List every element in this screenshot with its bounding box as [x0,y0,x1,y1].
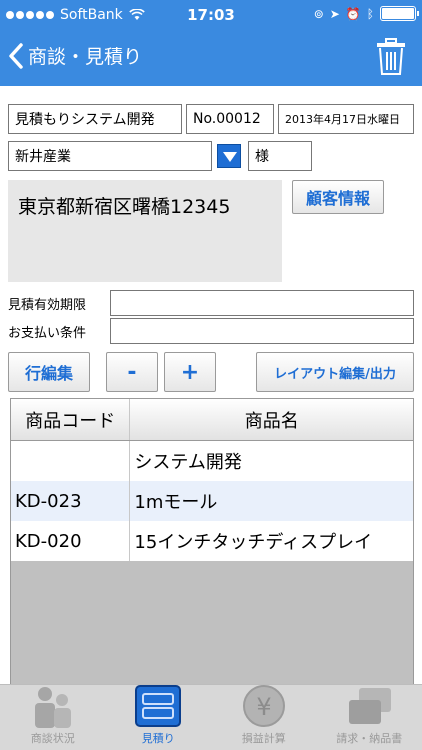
invoice-icon [345,684,393,728]
tab-negotiation-status[interactable]: 商談状況 [0,685,106,750]
people-icon [29,684,77,728]
estimate-number-field[interactable]: No.00012 [186,104,274,134]
tab-label: 請求・納品書 [336,732,403,745]
tab-label: 見積り [141,732,175,745]
table-header: 商品コード 商品名 [11,399,413,441]
remove-row-button[interactable]: - [106,352,158,392]
bluetooth-icon: ᛒ [366,6,374,21]
address-area[interactable]: 東京都新宿区曙橋12345 [8,180,282,282]
table-row[interactable]: KD-020 15インチタッチディスプレイ [11,521,413,561]
row-name: 15インチタッチディスプレイ [134,532,373,553]
honorific-value: 様 [255,149,269,165]
status-bar: SoftBank 17:03 ⊚ ➤ ⏰ ᛒ [0,0,422,30]
estimate-icon [134,684,182,728]
trash-icon[interactable] [376,38,406,76]
tab-invoice-delivery[interactable]: 請求・納品書 [317,685,422,750]
chevron-left-icon [9,42,23,69]
alarm-icon: ⏰ [345,6,361,21]
rotation-lock-icon: ⊚ [313,6,324,21]
layout-output-button[interactable]: レイアウト編集/出力 [256,352,414,392]
column-header-code: 商品コード [11,399,131,440]
subject-field[interactable]: 見積もりシステム開発 [8,104,182,134]
payment-label: お支払い条件 [8,326,87,341]
validity-input[interactable] [110,290,414,316]
customer-value: 新井産業 [15,149,71,165]
payment-input[interactable] [110,318,414,344]
battery-icon [380,6,419,21]
tab-label: 損益計算 [241,732,286,745]
tab-profit-calculation[interactable]: ¥ 損益計算 [211,685,317,750]
table-row[interactable]: KD-023 1mモール [11,481,413,521]
row-code: KD-020 [11,521,131,561]
nav-bar: 商談・見積り [0,30,422,86]
customer-field[interactable]: 新井産業 [8,141,212,171]
date-field[interactable]: 2013年4月17日水曜日 [278,104,414,134]
items-table: 商品コード 商品名 システム開発 KD-023 1mモール KD-020 15イ… [10,398,414,685]
back-button[interactable]: 商談・見積り [8,42,142,69]
status-right: ⊚ ➤ ⏰ ᛒ [313,6,419,21]
column-header-name: 商品名 [244,410,299,432]
customer-info-button[interactable]: 顧客情報 [292,180,384,214]
svg-text:¥: ¥ [256,693,271,721]
table-row[interactable]: システム開発 [11,441,413,481]
customer-dropdown-button[interactable] [217,144,241,168]
row-edit-button[interactable]: 行編集 [8,352,90,392]
validity-label: 見積有効期限 [8,298,87,313]
row-name: 1mモール [134,492,218,513]
subject-value: 見積もりシステム開発 [15,112,155,128]
row-code: KD-023 [11,481,131,521]
date-value: 2013年4月17日水曜日 [285,113,400,126]
tab-estimate[interactable]: 見積り [106,685,212,750]
nav-title: 商談・見積り [28,46,143,68]
add-row-button[interactable]: + [164,352,216,392]
row-name: システム開発 [134,452,242,473]
tab-label: 商談状況 [30,732,75,745]
location-icon: ➤ [329,6,340,21]
row-code [11,441,131,481]
honorific-field[interactable]: 様 [248,141,312,171]
yen-icon: ¥ [240,684,288,728]
estimate-number-value: No.00012 [193,111,261,127]
tab-bar: 商談状況 見積り ¥ 損益計算 請求・納品書 [0,684,422,750]
